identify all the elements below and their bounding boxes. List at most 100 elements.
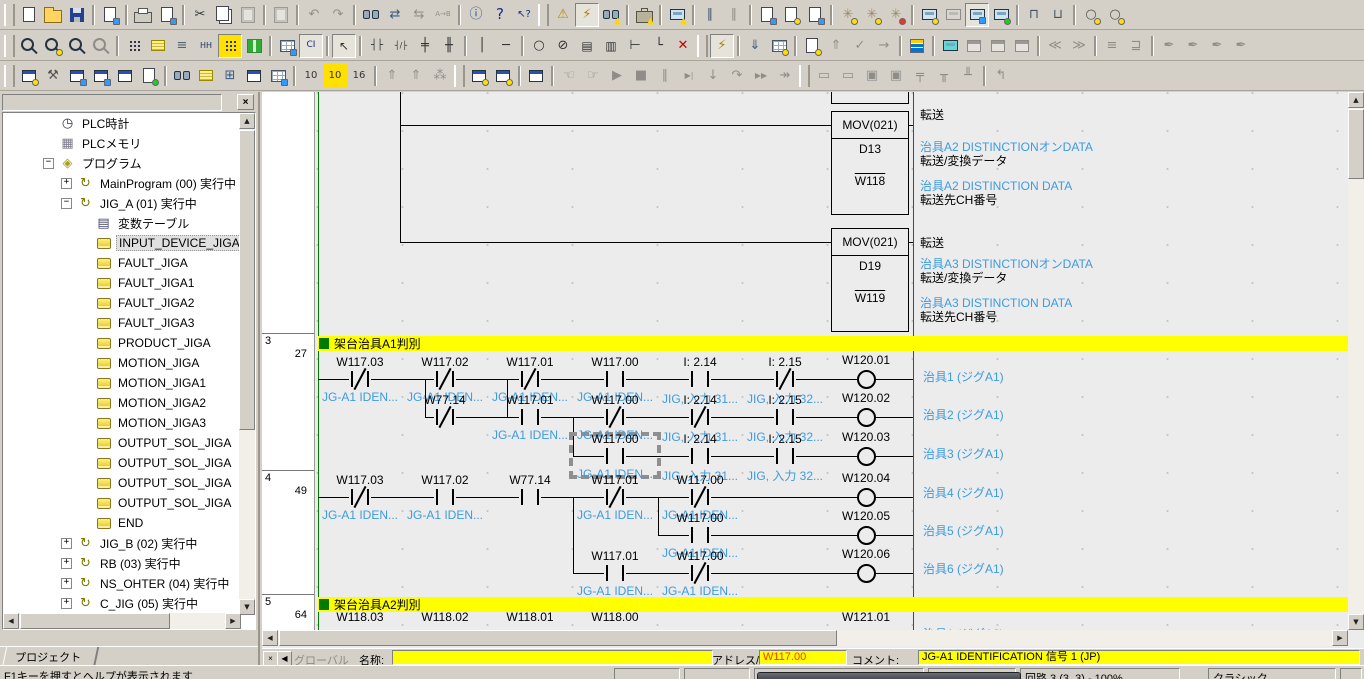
no-contact[interactable] <box>689 446 711 466</box>
no-contact[interactable] <box>774 407 796 427</box>
toolbar-button-network-2[interactable]: ✳ <box>860 3 884 27</box>
output-coil[interactable] <box>857 488 876 507</box>
ladder-editor[interactable]: MOV(021)D13W118MOV(021)D19W119架台治具A1判別架台… <box>262 92 1364 648</box>
no-contact[interactable] <box>604 563 626 583</box>
tree-item[interactable]: ◷PLC時計 <box>3 113 255 133</box>
toolbar-button-new-contact-nc[interactable]: ┤/├ <box>389 34 413 58</box>
tree-item[interactable]: +↻MainProgram (00) 実行中 <box>3 173 255 193</box>
tree-hscroll-thumb[interactable] <box>20 613 170 629</box>
toolbar-button-transfer-to-plc[interactable] <box>632 3 656 27</box>
tree-item[interactable]: FAULT_JIGA <box>3 253 255 273</box>
mov-instruction-block[interactable]: MOV(021)D19W119 <box>831 228 909 332</box>
toolbar-button-cross-reference[interactable] <box>170 64 194 88</box>
no-contact[interactable] <box>519 487 541 507</box>
tree-item[interactable]: MOTION_JIGA <box>3 353 255 373</box>
toolbar-button-new-contact[interactable]: ┤├ <box>365 34 389 58</box>
toolbar-button-differential-monitor[interactable]: ⊓ <box>1022 3 1046 27</box>
tree-item[interactable]: ▤変数テーブル <box>3 213 255 233</box>
toolbar-button-new-or-contact[interactable]: ╪ <box>413 34 437 58</box>
tree-horizontal-scrollbar[interactable]: ◀ ▶ <box>3 613 241 629</box>
tree-item[interactable]: OUTPUT_SOL_JIGA <box>3 473 255 493</box>
tree-item[interactable]: FAULT_JIGA1 <box>3 273 255 293</box>
toolbar-button-mode-program[interactable] <box>917 3 941 27</box>
rung-number-cell[interactable]: 449 <box>262 470 314 595</box>
tree-scroll-thumb[interactable] <box>239 130 255 430</box>
scroll-left-icon[interactable]: ◀ <box>262 630 278 646</box>
toolbar-button-window-restore-2[interactable] <box>491 64 515 88</box>
tree-item[interactable]: END <box>3 513 255 533</box>
collapse-property-bar-button[interactable]: ◀ <box>277 651 292 666</box>
toolbar-button-new-file[interactable] <box>17 3 41 27</box>
toolbar-button-local-symbols[interactable] <box>194 64 218 88</box>
toolbar-button-address-reference-tool[interactable] <box>905 34 929 58</box>
toolbar-button-monitor-signed-decimal[interactable]: 10 <box>323 64 347 88</box>
toolbar-button-new-pb2[interactable]: ▥ <box>599 34 623 58</box>
output-coil[interactable] <box>857 408 876 427</box>
toolbar-button-mode-run[interactable] <box>989 3 1013 27</box>
tree-item[interactable]: OUTPUT_SOL_JIGA <box>3 453 255 473</box>
nc-contact[interactable] <box>604 407 626 427</box>
toolbar-button-monitor-hex[interactable]: 16 <box>347 64 371 88</box>
no-contact[interactable] <box>519 407 541 427</box>
toolbar-button-transfer-from-plc[interactable] <box>665 3 689 27</box>
toolbar-button-compile-check[interactable] <box>599 3 623 27</box>
toolbar-button-window-mag[interactable] <box>65 64 89 88</box>
toolbar-button-begin-online-edit[interactable] <box>800 34 824 58</box>
scroll-down-icon[interactable]: ▼ <box>1348 614 1364 630</box>
close-property-bar-button[interactable]: × <box>263 651 278 666</box>
tree-item[interactable]: MOTION_JIGA1 <box>3 373 255 393</box>
close-panel-button[interactable]: × <box>237 94 254 110</box>
mov-instruction-block[interactable]: MOV(021)D13W118 <box>831 111 909 215</box>
toolbar-button-print[interactable] <box>131 3 155 27</box>
toolbar-button-new-coil-nc[interactable]: ⊘ <box>551 34 575 58</box>
scroll-right-icon[interactable]: ▶ <box>1332 630 1348 646</box>
toolbar-button-show-hh[interactable]: HH <box>194 34 218 58</box>
toolbar-button-compile[interactable]: ⚠ <box>551 3 575 27</box>
no-contact[interactable] <box>774 446 796 466</box>
toolbar-button-save[interactable] <box>65 3 89 27</box>
toolbar-button-online-edit[interactable]: ⚡ <box>710 34 734 58</box>
tree-item[interactable]: FAULT_JIGA3 <box>3 313 255 333</box>
output-coil[interactable] <box>857 447 876 466</box>
rung-number-cell[interactable]: 564 <box>262 594 314 631</box>
toolbar-button-program-check[interactable] <box>755 3 779 27</box>
tree-item[interactable]: +↻NS_OHTER (04) 実行中 <box>3 573 255 593</box>
toolbar-button-window-restore-1[interactable] <box>467 64 491 88</box>
no-contact[interactable] <box>689 525 711 545</box>
toolbar-button-zoom-100[interactable] <box>17 34 41 58</box>
tree-item[interactable]: +↻RB (03) 実行中 <box>3 553 255 573</box>
toolbar-button-binary-dialog[interactable] <box>266 64 290 88</box>
toolbar-button-delete[interactable]: ✕ <box>671 34 695 58</box>
nc-contact[interactable] <box>349 369 371 389</box>
tree-vertical-scrollbar[interactable]: ▲ ▼ <box>239 113 255 615</box>
nc-contact[interactable] <box>774 369 796 389</box>
comment-field[interactable]: JG-A1 IDENTIFICATION 信号 1 (JP) <box>918 650 1360 665</box>
tree-item[interactable]: OUTPUT_SOL_JIGA <box>3 493 255 513</box>
toolbar-button-force-on[interactable]: ○ <box>1079 3 1103 27</box>
toolbar-button-show-monitor-grid[interactable] <box>218 34 242 58</box>
nc-contact[interactable] <box>349 487 371 507</box>
toolbar-button-window-find[interactable] <box>89 64 113 88</box>
toolbar-button-window-watch[interactable] <box>524 64 548 88</box>
toolbar-button-force-cancel[interactable]: ○ <box>1103 3 1127 27</box>
tree-item[interactable]: MOTION_JIGA2 <box>3 393 255 413</box>
name-field[interactable] <box>392 650 713 665</box>
expand-icon[interactable]: + <box>61 558 72 569</box>
output-coil[interactable] <box>857 564 876 583</box>
scroll-right-icon[interactable]: ▶ <box>225 613 241 629</box>
toolbar-button-new-window[interactable] <box>17 64 41 88</box>
toolbar-button-properties[interactable] <box>137 64 161 88</box>
toolbar-button-window-add[interactable] <box>113 64 137 88</box>
toolbar-button-new-horizontal[interactable]: ─ <box>494 34 518 58</box>
expand-icon[interactable]: + <box>61 178 72 189</box>
tree-item[interactable]: ▦PLCメモリ <box>3 133 255 153</box>
tree-item[interactable]: PRODUCT_JIGA <box>3 333 255 353</box>
tree-item[interactable]: INPUT_DEVICE_JIGA <box>3 233 255 253</box>
toolbar-button-show-rung-annotation[interactable]: ≡ <box>170 34 194 58</box>
expand-icon[interactable]: + <box>61 598 72 609</box>
toolbar-button-watch-window[interactable] <box>938 34 962 58</box>
output-coil[interactable] <box>857 370 876 389</box>
toolbar-button-new-or-contact-nc[interactable]: ╫ <box>437 34 461 58</box>
toolbar-button-build[interactable]: ⚒ <box>41 64 65 88</box>
toolbar-button-help[interactable]: ? <box>488 3 512 27</box>
